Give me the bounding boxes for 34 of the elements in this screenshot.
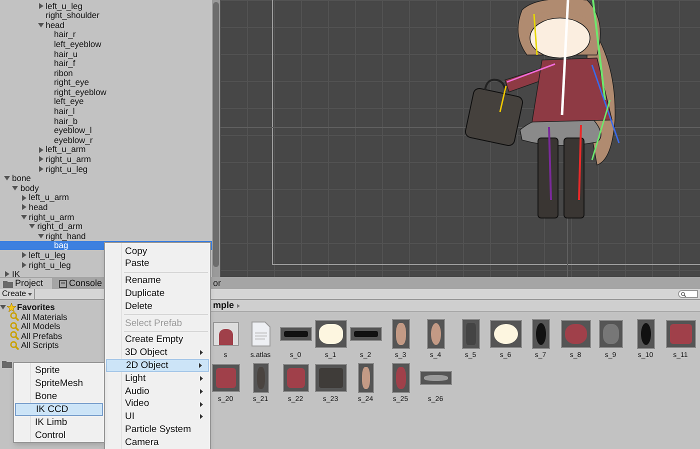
hierarchy-label: hair_u	[54, 50, 78, 58]
hierarchy-label: hair_b	[54, 116, 78, 126]
tree-label: All Models	[21, 322, 60, 331]
hierarchy-label: right_eyeblow	[54, 88, 106, 96]
hierarchy-label: hair_r	[54, 30, 76, 39]
hierarchy-label: left_u_leg	[46, 2, 82, 10]
hierarchy-label: bone	[12, 174, 31, 183]
tree-label: All Materials	[21, 312, 68, 322]
hierarchy-label: left_eye	[54, 97, 84, 106]
hierarchy-label: right_d_arm	[37, 222, 83, 231]
hierarchy-label: left_u_arm	[28, 193, 69, 202]
tree-label: Favorites	[17, 302, 55, 312]
hierarchy-label: left_u_arm	[46, 145, 86, 154]
hierarchy-label: eyeblow_r	[54, 136, 93, 144]
hierarchy-label: head	[46, 20, 65, 30]
hierarchy-label: hair_l	[54, 107, 75, 116]
tree-label: All Scripts	[21, 341, 59, 350]
hierarchy-label: right_u_leg	[46, 164, 88, 174]
hierarchy-label: right_u_arm	[28, 212, 74, 222]
tree-label: All Prefabs	[21, 332, 62, 340]
hierarchy-label: left_eyeblow	[54, 40, 102, 48]
hierarchy-label: hair_f	[54, 59, 76, 68]
hierarchy-label: right_u_leg	[28, 260, 71, 270]
hierarchy-label: IK	[12, 270, 20, 277]
hierarchy-label: eyeblow_l	[54, 126, 92, 135]
hierarchy-label: left_u_leg	[28, 250, 66, 260]
hierarchy-label: right_u_arm	[46, 155, 91, 164]
hierarchy-label: bag	[54, 241, 68, 250]
hierarchy-label: ribon	[54, 68, 73, 78]
hierarchy-label: head	[28, 203, 48, 212]
hierarchy-label: body	[20, 184, 39, 192]
hierarchy-label: right_shoulder	[46, 11, 100, 20]
hierarchy-label: right_hand	[46, 232, 86, 240]
hierarchy-label: right_eye	[54, 78, 89, 87]
